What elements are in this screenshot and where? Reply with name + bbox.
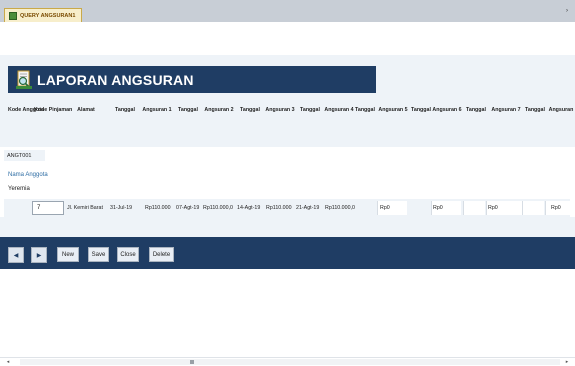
col-header-angsuran-5: Angsuran 5: [378, 107, 408, 113]
query-table-icon: [9, 12, 17, 20]
tab-label: QUERY ANGSURAN1: [20, 13, 76, 19]
record-footer-band: [0, 217, 575, 237]
arrow-left-icon: ◀: [13, 252, 19, 259]
report-title-bar: LAPORAN ANGSURAN: [8, 66, 376, 93]
kode-anggota-field[interactable]: ANGT001: [4, 150, 45, 161]
report-magnifier-icon: [16, 70, 32, 89]
col-header-angsuran-2: Angsuran 2: [204, 107, 234, 113]
tab-scroll-right-icon[interactable]: ›: [566, 8, 568, 14]
angsuran-1-cell[interactable]: Rp110.000: [145, 205, 171, 211]
nama-anggota-value[interactable]: Yeremia: [8, 186, 30, 192]
angsuran-6-cell[interactable]: Rp0: [433, 205, 443, 211]
col-header-tanggal: Tanggal: [115, 107, 135, 113]
col-header-angsuran-7: Angsuran 7: [491, 107, 521, 113]
previous-record-button[interactable]: ◀: [8, 247, 24, 263]
col-header-tanggal-6: Tanggal: [466, 107, 486, 113]
col-header-kode-pinjaman: Kode Pinjaman: [34, 107, 73, 113]
scroll-thumb[interactable]: [190, 360, 194, 364]
angsuran-5-cell[interactable]: Rp0: [380, 205, 390, 211]
tanggal-6-box[interactable]: [463, 201, 485, 215]
scroll-track[interactable]: [20, 359, 560, 365]
nama-anggota-label: Nama Anggota: [8, 172, 48, 178]
alamat-cell[interactable]: Jl. Kemiri Barat: [67, 205, 103, 211]
arrow-right-icon: ▶: [36, 252, 42, 259]
tanggal-cell[interactable]: 31-Jul-19: [110, 205, 132, 211]
col-header-angsuran-6: Angsuran 6: [432, 107, 462, 113]
col-header-kode-anggota: Kode Anggota: [8, 107, 44, 113]
next-record-button[interactable]: ▶: [31, 247, 47, 263]
col-header-angsuran-4: Angsuran 4: [324, 107, 354, 113]
angsuran-2-cell[interactable]: Rp110.000,0: [203, 205, 233, 211]
tanggal-7-box[interactable]: [522, 201, 544, 215]
tanggal-1-cell[interactable]: 07-Agt-19: [176, 205, 199, 211]
angsuran-8-cell[interactable]: Rp0: [551, 205, 561, 211]
col-header-angsuran-3: Angsuran 3: [265, 107, 295, 113]
col-header-tanggal-4: Tanggal: [355, 107, 375, 113]
kode-pinjaman-input[interactable]: 7: [32, 201, 64, 215]
new-button[interactable]: New: [57, 247, 79, 262]
document-tab-bar: QUERY ANGSURAN1 ›: [0, 0, 575, 23]
navigation-bar: [0, 237, 575, 269]
col-header-tanggal-7: Tanggal: [525, 107, 545, 113]
column-header-row: Kode Anggota Kode Pinjaman Alamat Tangga…: [0, 107, 575, 131]
tanggal-3-cell[interactable]: 21-Agt-19: [296, 205, 319, 211]
tab-query-angsuran[interactable]: QUERY ANGSURAN1: [4, 8, 83, 23]
angsuran-7-cell[interactable]: Rp0: [488, 205, 498, 211]
col-header-alamat: Alamat: [77, 107, 95, 113]
tanggal-2-cell[interactable]: 14-Agt-19: [237, 205, 260, 211]
col-header-tanggal-2: Tanggal: [240, 107, 260, 113]
close-button[interactable]: Close: [117, 247, 139, 262]
col-header-angsuran-1: Angsuran 1: [142, 107, 172, 113]
col-header-angsuran-8: Angsuran: [548, 107, 574, 113]
col-header-tanggal-1: Tanggal: [178, 107, 198, 113]
angsuran-3-cell[interactable]: Rp110.000: [266, 205, 292, 211]
delete-button[interactable]: Delete: [149, 247, 174, 262]
report-title: LAPORAN ANGSURAN: [37, 71, 194, 88]
col-header-tanggal-3: Tanggal: [300, 107, 320, 113]
angsuran-4-cell[interactable]: Rp110.000,0: [325, 205, 355, 211]
save-button[interactable]: Save: [88, 247, 109, 262]
